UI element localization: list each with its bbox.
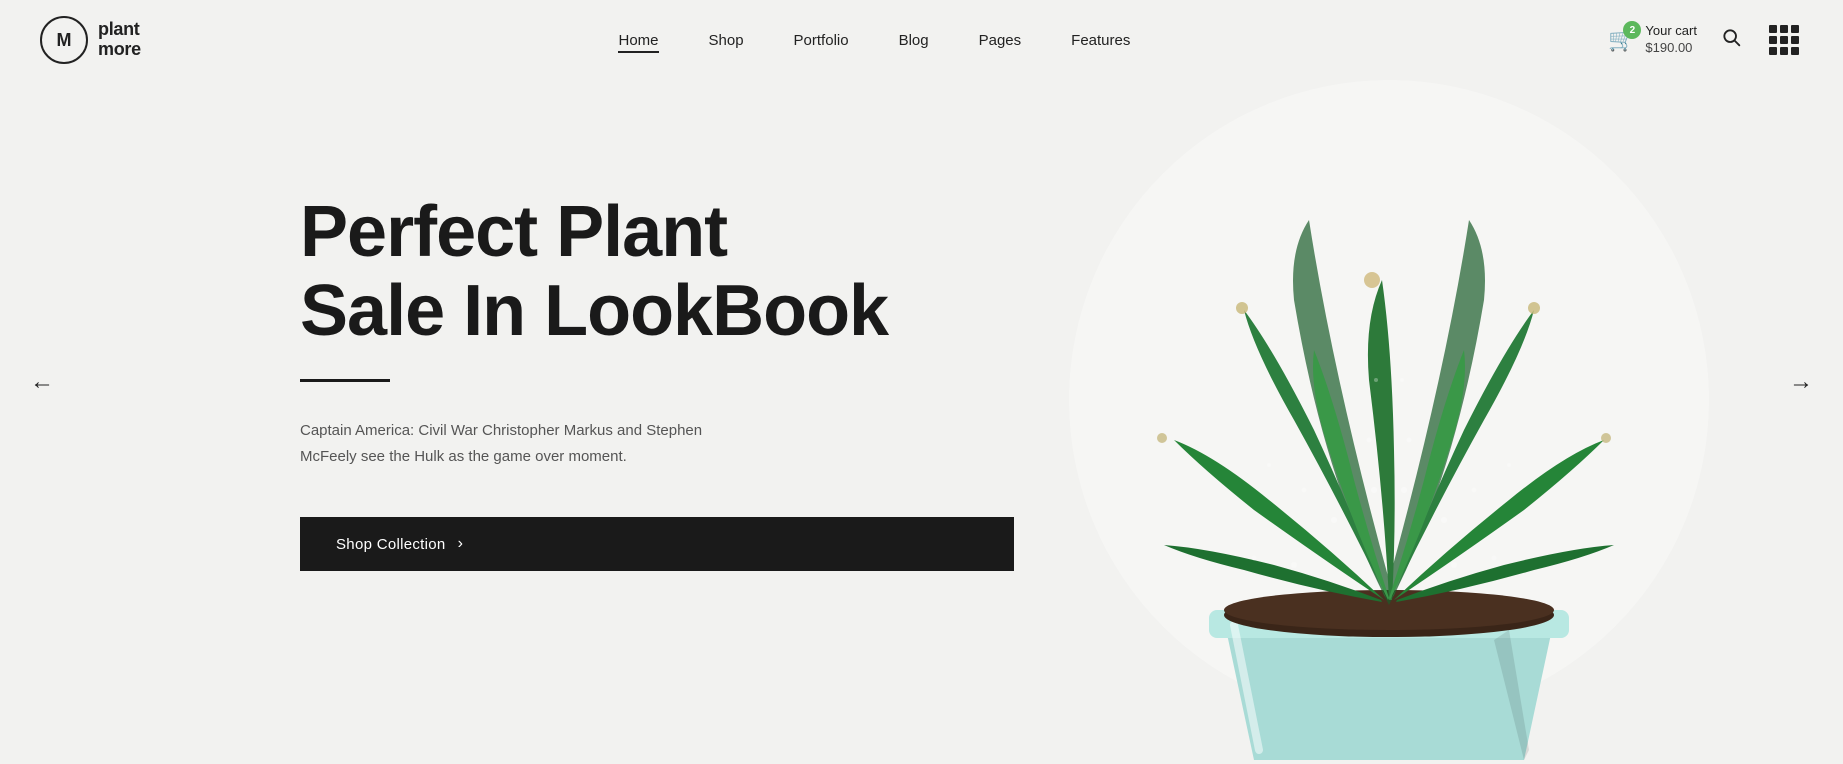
logo[interactable]: M plant more: [40, 16, 141, 64]
main-nav: Home Shop Portfolio Blog Pages Features: [618, 32, 1130, 49]
grid-icon: [1780, 36, 1788, 44]
grid-icon: [1780, 47, 1788, 55]
hero-image: [1014, 0, 1843, 764]
header: M plant more Home Shop Portfolio Blog Pa…: [0, 0, 1843, 80]
nav-link-pages[interactable]: Pages: [979, 32, 1022, 49]
search-button[interactable]: [1721, 27, 1741, 53]
grid-icon: [1780, 25, 1788, 33]
cart-icon-wrap: 🛒 2: [1608, 27, 1635, 53]
nav-link-features[interactable]: Features: [1071, 32, 1130, 49]
hero-divider: [300, 379, 390, 382]
hero-headline: Perfect Plant Sale In LookBook: [300, 193, 1014, 351]
cart-badge: 2: [1623, 21, 1641, 39]
grid-icon: [1791, 25, 1799, 33]
nav-link-home[interactable]: Home: [618, 32, 658, 49]
grid-icon: [1791, 47, 1799, 55]
hero-description: Captain America: Civil War Christopher M…: [300, 418, 760, 469]
hero-section: Perfect Plant Sale In LookBook Captain A…: [0, 0, 1843, 764]
prev-slide-button[interactable]: ←: [20, 358, 64, 406]
grid-menu-button[interactable]: [1765, 21, 1803, 59]
nav-link-shop[interactable]: Shop: [709, 32, 744, 49]
plant-illustration: [1014, 0, 1764, 764]
cart-label: Your cart $190.00: [1645, 23, 1697, 57]
grid-icon: [1769, 47, 1777, 55]
logo-text: plant more: [98, 20, 141, 60]
grid-icon: [1769, 25, 1777, 33]
nav-link-portfolio[interactable]: Portfolio: [794, 32, 849, 49]
search-icon: [1721, 27, 1741, 47]
nav-link-blog[interactable]: Blog: [899, 32, 929, 49]
grid-icon: [1791, 36, 1799, 44]
cart-amount: $190.00: [1645, 40, 1697, 57]
shop-collection-button[interactable]: Shop Collection ›: [300, 517, 1014, 571]
logo-initial: M: [40, 16, 88, 64]
nav-right: 🛒 2 Your cart $190.00: [1608, 21, 1803, 59]
grid-icon: [1769, 36, 1777, 44]
cart-title: Your cart: [1645, 23, 1697, 40]
cart-button[interactable]: 🛒 2 Your cart $190.00: [1608, 23, 1697, 57]
shop-collection-label: Shop Collection: [336, 536, 446, 553]
next-slide-button[interactable]: →: [1779, 358, 1823, 406]
arrow-right-icon: ›: [458, 535, 464, 553]
hero-content: Perfect Plant Sale In LookBook Captain A…: [0, 193, 1014, 571]
